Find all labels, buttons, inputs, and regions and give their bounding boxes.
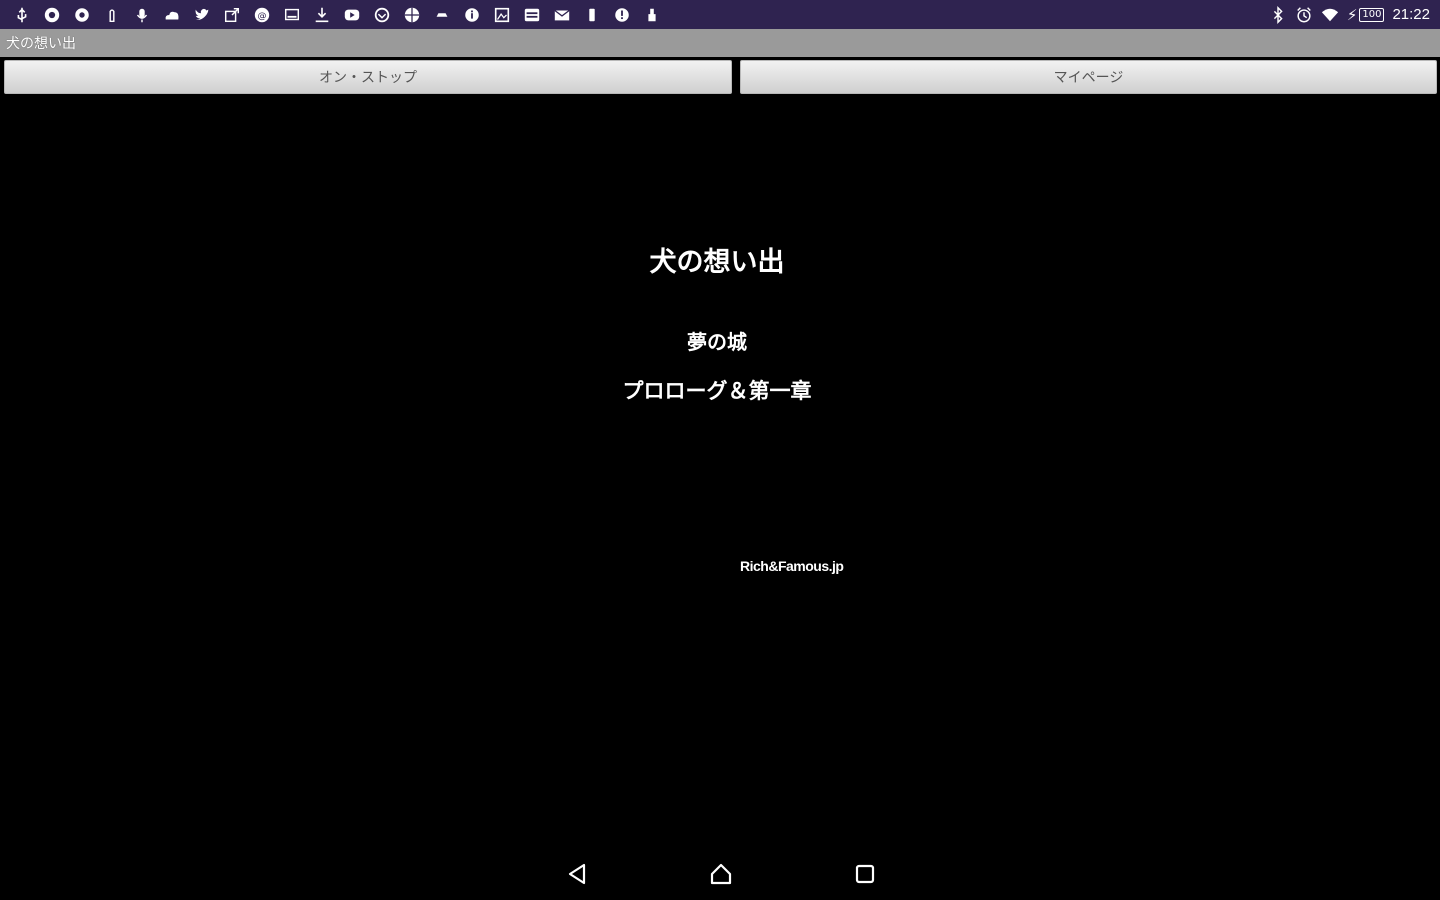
system-icons: ⚡ 100 21:22: [1269, 6, 1430, 24]
screen-icon: [282, 5, 302, 25]
info-icon: [462, 5, 482, 25]
status-bar: @ ⚡ 100 21:22: [0, 0, 1440, 29]
sync-icon: [372, 5, 392, 25]
app-title: 犬の想い出: [6, 36, 76, 52]
alarm-icon: [1295, 6, 1313, 24]
twitter-icon: [192, 5, 212, 25]
on-stop-button[interactable]: オン・ストップ: [4, 60, 732, 94]
recent-apps-button[interactable]: [852, 861, 878, 887]
alert-icon: [612, 5, 632, 25]
app-title-bar: 犬の想い出: [0, 29, 1440, 57]
notification-icons: @: [12, 5, 662, 25]
publisher-credit: Rich&Famous.jp: [740, 558, 844, 574]
settings-gear-icon: [72, 5, 92, 25]
clock: 21:22: [1392, 6, 1430, 23]
bluetooth-icon: [1269, 5, 1287, 24]
home-icon: [710, 863, 732, 885]
svg-text:@: @: [258, 11, 267, 21]
keyboard-icon: [522, 5, 542, 25]
download-icon: [312, 5, 332, 25]
touch-icon: [102, 5, 122, 25]
back-icon: [568, 863, 586, 885]
chrome-icon: [42, 5, 62, 25]
home-button[interactable]: [708, 861, 734, 887]
gallery-icon: [492, 5, 512, 25]
cloud-icon: [162, 5, 182, 25]
voice-icon: [132, 5, 152, 25]
phone-icon: [582, 5, 602, 25]
book-cover[interactable]: 犬の想い出 夢の城 プロローグ＆第一章 Rich&Famous.jp: [0, 97, 1440, 847]
car-icon: [432, 5, 452, 25]
mypage-button[interactable]: マイページ: [740, 60, 1437, 94]
mail-icon: [552, 5, 572, 25]
book-title: 犬の想い出: [649, 247, 785, 278]
globe-icon: [402, 5, 422, 25]
book-subtitle: 夢の城: [687, 330, 747, 354]
navigation-bar: [0, 847, 1440, 900]
usb-icon: [12, 5, 32, 25]
battery-level: 100: [1359, 7, 1385, 22]
battery-indicator: ⚡ 100: [1347, 6, 1385, 24]
app-badge-icon: @: [252, 5, 272, 25]
back-button[interactable]: [565, 861, 591, 887]
youtube-icon: [342, 5, 362, 25]
tab-bar: オン・ストップ マイページ: [0, 57, 1440, 97]
chapter-title: プロローグ＆第一章: [622, 378, 812, 403]
recent-apps-icon: [855, 864, 875, 884]
wifi-icon: [1321, 6, 1339, 24]
share-icon: [222, 5, 242, 25]
charging-icon: ⚡: [1346, 5, 1358, 24]
lock-icon: [642, 5, 662, 25]
